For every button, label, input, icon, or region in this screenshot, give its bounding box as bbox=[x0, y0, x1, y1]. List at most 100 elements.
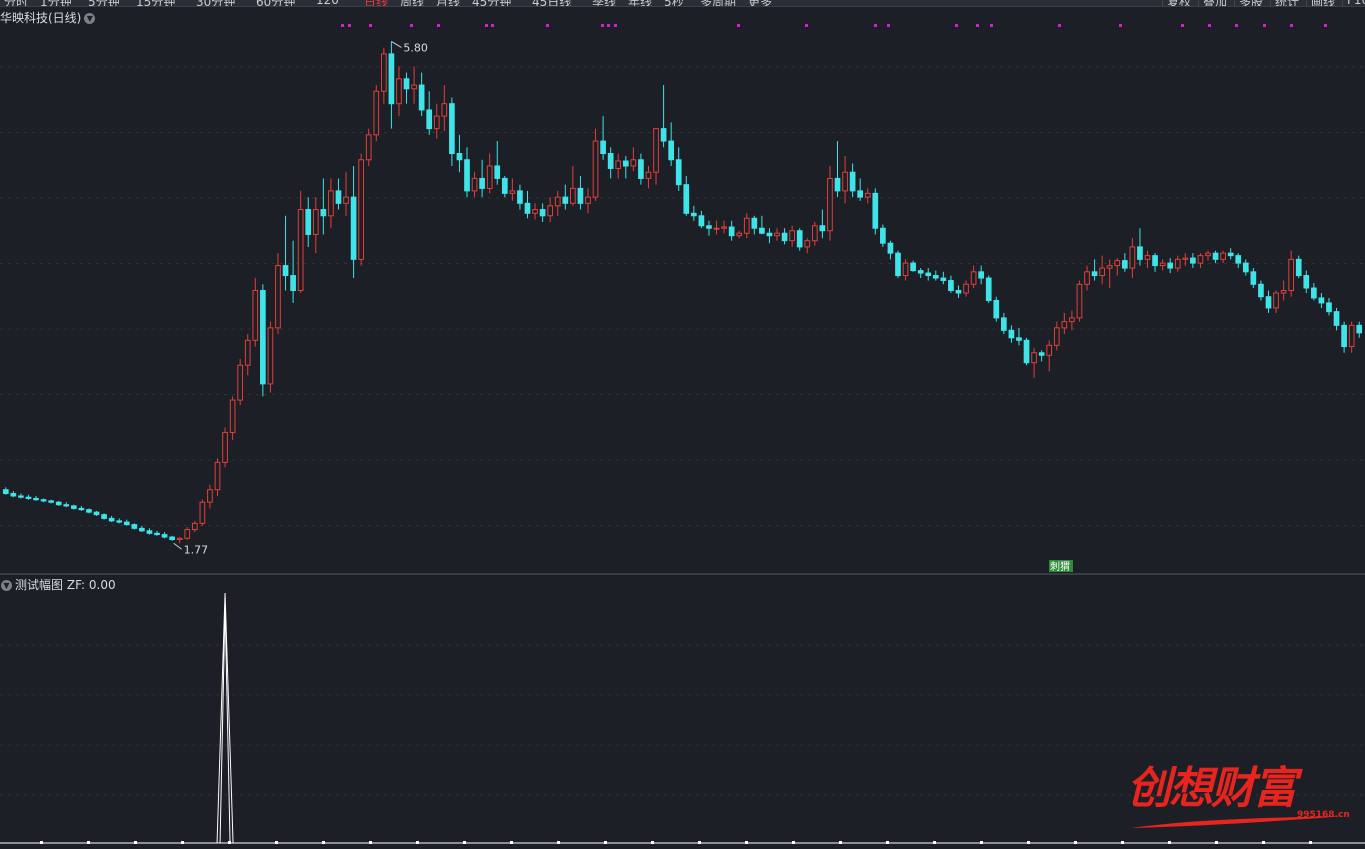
candle-body bbox=[267, 327, 274, 385]
candle-body bbox=[312, 209, 319, 235]
candle-body bbox=[139, 527, 145, 532]
period-tab-14[interactable]: 5秒 bbox=[664, 0, 684, 6]
period-tab-1[interactable]: 1分钟 bbox=[40, 0, 72, 6]
candle-body bbox=[146, 530, 153, 534]
candle-body bbox=[1069, 317, 1075, 323]
main-price-pane[interactable]: 5.80 1.77 刺猬 华映科技(日线) ▼ bbox=[0, 7, 1365, 573]
candle-body bbox=[320, 209, 327, 217]
candle-body bbox=[418, 84, 425, 111]
period-tab-11[interactable]: 45日线 bbox=[532, 0, 571, 6]
stock-title: 华映科技(日线) bbox=[0, 11, 82, 25]
candle-body bbox=[40, 499, 47, 502]
candlestick-chart[interactable]: 5.80 1.77 刺猬 bbox=[0, 7, 1365, 573]
candle-body bbox=[328, 190, 334, 217]
candle-body bbox=[1023, 339, 1030, 364]
candle-body bbox=[184, 529, 191, 539]
period-tab-5[interactable]: 60分钟 bbox=[256, 0, 295, 6]
chevron-down-icon[interactable]: ▼ bbox=[84, 13, 96, 24]
candle-body bbox=[736, 232, 743, 237]
candle-body bbox=[1318, 297, 1325, 304]
candle-body bbox=[86, 509, 92, 513]
candle-body bbox=[706, 225, 712, 229]
toolbar-button-3[interactable]: 统计 bbox=[1270, 0, 1299, 6]
candle-body bbox=[1174, 258, 1181, 269]
signal-dot bbox=[874, 24, 877, 27]
period-tab-2[interactable]: 5分钟 bbox=[88, 0, 120, 6]
toolbar-button-4[interactable]: 画线 bbox=[1306, 0, 1335, 6]
candle-body bbox=[1311, 287, 1317, 299]
candle-body bbox=[622, 160, 629, 167]
candle-body bbox=[532, 209, 538, 214]
candle-body bbox=[411, 84, 417, 90]
candle-body bbox=[63, 504, 70, 507]
candle-body bbox=[1159, 262, 1166, 267]
zf-tick bbox=[792, 841, 795, 844]
candle-body bbox=[1144, 255, 1151, 260]
candle-body bbox=[721, 226, 727, 229]
candle-body bbox=[1076, 283, 1083, 319]
candle-body bbox=[759, 227, 765, 234]
candle-body bbox=[373, 90, 380, 136]
zf-tick bbox=[369, 841, 372, 844]
period-tab-13[interactable]: 年线 bbox=[628, 0, 652, 6]
period-tab-15[interactable]: 多周期 bbox=[700, 0, 736, 6]
candle-body bbox=[486, 165, 493, 189]
period-tab-0[interactable]: 分时 bbox=[4, 0, 28, 6]
zf-tick bbox=[1121, 841, 1124, 844]
period-tab-8[interactable]: 周线 bbox=[400, 0, 424, 6]
candle-body bbox=[804, 240, 811, 248]
toolbar-button-5[interactable]: F10 bbox=[1342, 0, 1365, 6]
indicator-value: ZF: 0.00 bbox=[66, 578, 116, 592]
candle-body bbox=[1001, 317, 1007, 331]
watermark-logo: 创想财富 995168.cn bbox=[1125, 752, 1365, 842]
candle-body bbox=[214, 461, 221, 491]
candle-body bbox=[358, 159, 364, 260]
candle-body bbox=[297, 209, 304, 291]
signal-dot bbox=[887, 24, 890, 27]
candle-body bbox=[191, 522, 198, 531]
candle-body bbox=[592, 140, 599, 198]
period-tab-12[interactable]: 季线 bbox=[592, 0, 616, 6]
period-tab-6[interactable]: 120 bbox=[316, 0, 339, 6]
candle-body bbox=[842, 171, 848, 192]
candle-body bbox=[743, 217, 750, 234]
candle-body bbox=[1295, 258, 1302, 277]
candle-body bbox=[1129, 246, 1136, 269]
period-tab-16[interactable]: 更多 bbox=[748, 0, 772, 6]
candle-body bbox=[872, 192, 879, 229]
candle-body bbox=[305, 209, 312, 235]
candle-body bbox=[1137, 246, 1143, 260]
candle-body bbox=[1235, 255, 1242, 264]
candle-body bbox=[1152, 255, 1158, 267]
candle-body bbox=[101, 514, 107, 519]
zf-tick bbox=[839, 841, 842, 844]
zf-tick bbox=[134, 841, 137, 844]
candle-body bbox=[237, 364, 244, 401]
signal-dot bbox=[805, 24, 808, 27]
candle-body bbox=[963, 283, 969, 294]
candle-body bbox=[456, 153, 463, 161]
candle-body bbox=[388, 53, 395, 105]
candle-body bbox=[275, 265, 281, 329]
watermark-text: 创想财富 bbox=[1127, 763, 1297, 814]
period-tab-10[interactable]: 45分钟 bbox=[472, 0, 511, 6]
candle-body bbox=[1197, 255, 1204, 264]
period-tab-3[interactable]: 15分钟 bbox=[136, 0, 175, 6]
candle-body bbox=[887, 242, 894, 254]
chevron-down-icon[interactable]: ▼ bbox=[1, 580, 12, 591]
candle-body bbox=[864, 192, 871, 198]
toolbar-button-0[interactable]: 复权 bbox=[1162, 0, 1191, 6]
signal-dot bbox=[1208, 24, 1211, 27]
candle-body bbox=[1091, 271, 1098, 277]
candle-body bbox=[154, 532, 160, 536]
period-tab-7[interactable]: 日线 bbox=[364, 0, 388, 6]
candle-body bbox=[675, 159, 682, 186]
candle-body bbox=[1288, 258, 1295, 292]
period-tab-4[interactable]: 30分钟 bbox=[196, 0, 235, 6]
period-tab-9[interactable]: 月线 bbox=[436, 0, 460, 6]
toolbar-button-2[interactable]: 多股 bbox=[1234, 0, 1263, 6]
candle-body bbox=[796, 230, 803, 248]
candle-body bbox=[698, 215, 705, 227]
candle-body bbox=[1265, 296, 1272, 309]
toolbar-button-1[interactable]: 叠加 bbox=[1198, 0, 1227, 6]
